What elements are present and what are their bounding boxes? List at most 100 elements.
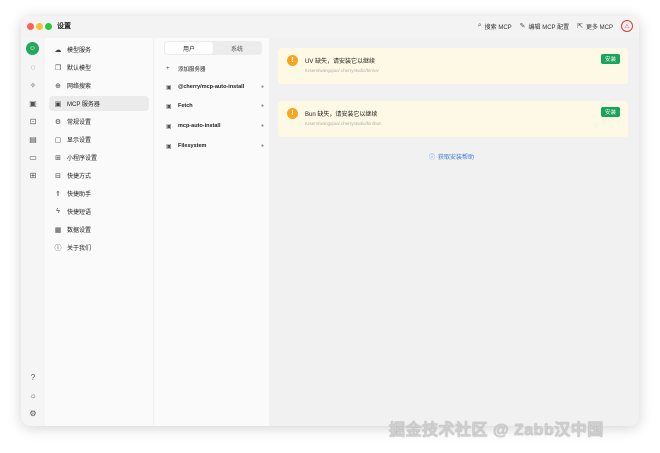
zap-icon: ϟ	[56, 208, 60, 215]
install-bun-button[interactable]: 安装	[600, 107, 620, 117]
nav-item-default-model[interactable]: ❒ 默认模型	[49, 60, 149, 75]
watermark: 掘金技术社区 @ Zabb汉中国	[389, 422, 604, 439]
card-path: /Users/wangqiao/.cherrystudio/bin/uv	[305, 68, 379, 73]
nav-label: 小程序设置	[67, 156, 98, 162]
status-dot: ●	[260, 143, 264, 149]
nav-item-mcp-servers[interactable]: ▣ MCP 服务器	[49, 96, 149, 111]
settings-gear-icon[interactable]: ⚙	[27, 407, 39, 419]
maximize-window-button[interactable]	[45, 23, 52, 30]
settings-nav: ☁ 模型服务 ❒ 默认模型 ⊕ 网络搜索 ▣ MCP 服务器 ⚙ 常规设置 ▢ 显示设置 ⊞…	[45, 38, 153, 426]
nav-item-data-settings[interactable]: ▦ 数据设置	[49, 222, 149, 237]
nav-label: 模型服务	[67, 48, 92, 54]
minimize-window-button[interactable]	[36, 23, 43, 30]
warning-alert-button[interactable]: ⚠	[621, 20, 633, 32]
install-uv-button[interactable]: 安装	[600, 54, 620, 64]
cube-icon: ❒	[54, 64, 62, 72]
warning-triangle-icon: ⚠	[624, 23, 630, 30]
apps-icon[interactable]: ⊞	[27, 169, 39, 181]
gear-icon: ⚙	[54, 118, 62, 126]
nav-label: 快捷助手	[67, 192, 92, 198]
folder-icon[interactable]: ▭	[27, 151, 39, 163]
user-icon: ☺	[28, 45, 37, 52]
nav-item-display-settings[interactable]: ▢ 显示设置	[49, 132, 149, 147]
grid-icon: ⊞	[55, 154, 61, 162]
edit-mcp-config-label: 编辑 MCP 配置	[528, 24, 570, 31]
search-mcp-button[interactable]: ⌕ 搜索 MCP	[478, 22, 512, 31]
status-dot: ●	[260, 103, 264, 109]
install-help-link[interactable]: ⓘ 获取安装帮助	[429, 152, 474, 161]
chat-icon[interactable]: ◌	[27, 61, 39, 73]
status-dot: ●	[260, 123, 264, 129]
card-title: UV 缺失，请安装它以继续	[305, 59, 376, 65]
server-item[interactable]: ▣ mcp-auto-install ●	[166, 120, 264, 132]
server-name: Fetch	[178, 103, 193, 109]
tab-user[interactable]: 用户	[165, 42, 213, 54]
nav-item-web-search[interactable]: ⊕ 网络搜索	[49, 78, 149, 93]
add-server-button[interactable]: + 添加服务器	[166, 63, 264, 75]
server-name: mcp-auto-install	[178, 123, 221, 129]
nav-label: 关于我们	[67, 246, 92, 252]
server-tabs: 用户 系统	[164, 41, 262, 55]
info-icon: ⓘ	[54, 244, 62, 252]
edit-mcp-config-button[interactable]: ✎ 编辑 MCP 配置	[520, 22, 569, 31]
nav-label: 默认模型	[67, 66, 92, 72]
tab-system[interactable]: 系统	[213, 42, 261, 54]
add-server-label: 添加服务器	[178, 67, 206, 73]
sparkle-icon[interactable]: ✧	[27, 79, 39, 91]
nav-label: 快捷方式	[67, 174, 92, 180]
nav-item-about-us[interactable]: ⓘ 关于我们	[49, 240, 149, 255]
status-dot: ●	[260, 84, 264, 90]
document-icon[interactable]: ▤	[27, 133, 39, 145]
terminal-icon: ▣	[166, 143, 172, 150]
nav-label: 常规设置	[67, 120, 92, 126]
terminal-icon: ▣	[54, 100, 62, 108]
server-item[interactable]: ▣ @cherry/mcp-auto-install ●	[166, 81, 264, 93]
nav-item-quick-assistant[interactable]: ⇑ 快捷助手	[49, 186, 149, 201]
nav-label: MCP 服务器	[67, 102, 100, 108]
warning-icon: !	[287, 55, 298, 66]
close-window-button[interactable]	[27, 23, 34, 30]
search-mcp-label: 搜索 MCP	[484, 24, 512, 31]
rocket-icon: ⇑	[55, 190, 61, 198]
nav-label: 快捷短语	[67, 210, 92, 216]
nav-item-model-service[interactable]: ☁ 模型服务	[49, 42, 149, 57]
nav-item-general-settings[interactable]: ⚙ 常规设置	[49, 114, 149, 129]
user-avatar[interactable]: ☺	[26, 42, 39, 55]
terminal-icon: ▣	[166, 123, 172, 130]
window-title: 设置	[57, 23, 71, 30]
mcp-server-list: 用户 系统 + 添加服务器 ▣ @cherry/mcp-auto-install…	[153, 38, 269, 426]
main-panel: ! UV 缺失，请安装它以继续 /Users/wangqiao/.cherrys…	[269, 38, 639, 426]
globe-icon: ⊕	[55, 82, 61, 90]
help-link-label: 获取安装帮助	[438, 155, 475, 161]
help-circle-icon: ⓘ	[429, 155, 436, 161]
more-mcp-button[interactable]: ⇱ 更多 MCP	[577, 22, 613, 31]
help-icon[interactable]: ?	[27, 371, 39, 383]
theme-sun-icon[interactable]: ☼	[27, 389, 39, 401]
warning-icon: !	[287, 108, 298, 119]
nav-label: 网络搜索	[67, 84, 92, 90]
server-name: @cherry/mcp-auto-install	[178, 84, 245, 90]
title-bar: 设置 ⌕ 搜索 MCP ✎ 编辑 MCP 配置 ⇱ 更多 MCP ⚠	[21, 16, 639, 38]
search-icon: ⌕	[477, 22, 482, 29]
nav-item-miniapp-settings[interactable]: ⊞ 小程序设置	[49, 150, 149, 165]
image-icon[interactable]: ▣	[27, 97, 39, 109]
monitor-icon: ▢	[54, 136, 62, 144]
uv-missing-card: ! UV 缺失，请安装它以继续 /Users/wangqiao/.cherrys…	[278, 48, 628, 84]
translate-icon[interactable]: ⊡	[27, 115, 39, 127]
header-actions: ⌕ 搜索 MCP ✎ 编辑 MCP 配置 ⇱ 更多 MCP ⚠	[478, 20, 633, 32]
nav-label: 显示设置	[67, 138, 92, 144]
icon-sidebar: ☺ ◌ ✧ ▣ ⊡ ▤ ▭ ⊞ ? ☼ ⚙	[21, 38, 45, 426]
edit-icon: ✎	[519, 23, 526, 30]
card-path: /Users/wangqiao/.cherrystudio/bin/bun	[305, 121, 382, 126]
terminal-icon: ▣	[166, 103, 172, 110]
database-icon: ▦	[54, 226, 62, 234]
server-item[interactable]: ▣ Filesystem ●	[166, 140, 264, 152]
nav-item-shortcuts[interactable]: ⊟ 快捷方式	[49, 168, 149, 183]
nav-item-quick-phrases[interactable]: ϟ 快捷短语	[49, 204, 149, 219]
server-item[interactable]: ▣ Fetch ●	[166, 100, 264, 112]
settings-window: 设置 ⌕ 搜索 MCP ✎ 编辑 MCP 配置 ⇱ 更多 MCP ⚠ ☺ ◌ ✧…	[21, 16, 639, 426]
card-title: Bun 缺失，请安装它以继续	[305, 112, 378, 118]
server-name: Filesystem	[178, 143, 207, 149]
plus-icon: +	[166, 66, 170, 72]
terminal-icon: ▣	[166, 84, 172, 91]
